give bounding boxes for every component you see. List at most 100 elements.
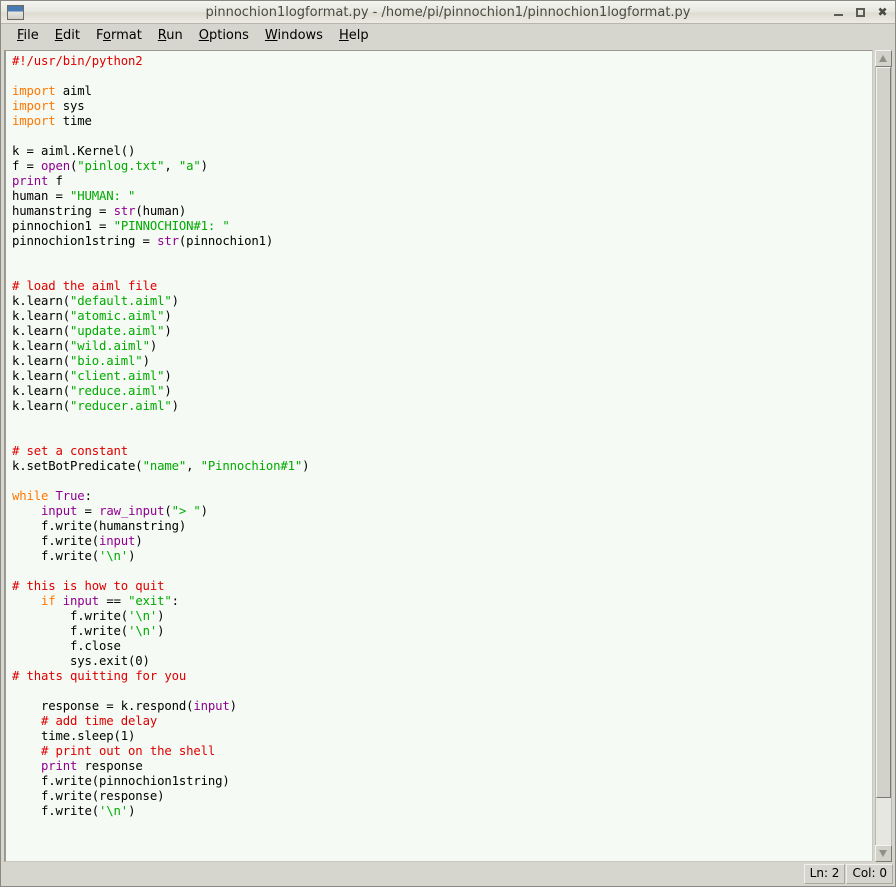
code-token-string: "PINNOCHION#1: "	[113, 219, 230, 233]
code-line: pinnochion1string = str(pinnochion1)	[12, 234, 872, 249]
code-line: # thats quitting for you	[12, 669, 872, 684]
code-token-plain: ,	[186, 459, 201, 473]
code-token-builtin: open	[41, 159, 71, 173]
code-line: k.learn("default.aiml")	[12, 294, 872, 309]
code-token-plain: sys.exit(0)	[12, 654, 150, 668]
code-token-plain: )	[128, 549, 136, 563]
code-token-plain: )	[164, 369, 172, 383]
code-token-plain: f.write(pinnochion1string)	[12, 774, 230, 788]
idle-editor-window: pinnochion1logformat.py - /home/pi/pinno…	[0, 0, 896, 887]
code-token-plain: aiml	[55, 84, 92, 98]
code-token-plain: f.write(response)	[12, 789, 165, 803]
code-line: f.write('\n')	[12, 549, 872, 564]
code-line: # add time delay	[12, 714, 872, 729]
code-line: import time	[12, 114, 872, 129]
code-line: k.setBotPredicate("name", "Pinnochion#1"…	[12, 459, 872, 474]
code-token-plain: )	[164, 324, 172, 338]
menu-options[interactable]: Options	[191, 26, 257, 45]
code-token-string: "reduce.aiml"	[70, 384, 165, 398]
code-line: sys.exit(0)	[12, 654, 872, 669]
code-line: f.write('\n')	[12, 804, 872, 819]
vertical-scrollbar-thumb[interactable]	[876, 67, 891, 799]
code-line: print response	[12, 759, 872, 774]
code-token-plain: sys	[55, 99, 85, 113]
code-token-plain: f.write(	[12, 804, 100, 818]
code-token-plain: )	[302, 459, 310, 473]
code-token-plain: =	[77, 504, 100, 518]
code-line: pinnochion1 = "PINNOCHION#1: "	[12, 219, 872, 234]
code-token-plain: human =	[12, 189, 71, 203]
code-token-plain: k.learn(	[12, 339, 71, 353]
scroll-up-arrow-icon[interactable]	[875, 50, 892, 67]
code-token-string: '\n'	[99, 549, 129, 563]
code-token-plain: :	[171, 594, 179, 608]
window-title: pinnochion1logformat.py - /home/pi/pinno…	[205, 4, 691, 20]
menu-file[interactable]: File	[9, 26, 47, 45]
code-line: time.sleep(1)	[12, 729, 872, 744]
code-token-plain: pinnochion1 =	[12, 219, 114, 233]
close-icon[interactable]: ✖	[877, 6, 888, 18]
maximize-icon[interactable]	[855, 7, 866, 18]
code-token-plain: )	[164, 309, 172, 323]
code-text-area[interactable]: #!/usr/bin/python2 import aiml import sys…	[4, 50, 873, 862]
menu-help[interactable]: Help	[331, 26, 377, 45]
scroll-down-arrow-icon[interactable]	[875, 845, 892, 862]
menu-windows[interactable]: Windows	[257, 26, 331, 45]
status-bar: Ln: 2 Col: 0	[1, 862, 895, 886]
code-token-plain: )	[142, 354, 150, 368]
code-line: human = "HUMAN: "	[12, 189, 872, 204]
code-token-builtin: raw_input	[99, 504, 165, 518]
code-line: # print out on the shell	[12, 744, 872, 759]
code-line: input = raw_input("> ")	[12, 504, 872, 519]
code-token-string: "atomic.aiml"	[70, 309, 165, 323]
minimize-icon[interactable]	[833, 7, 844, 18]
code-token-plain: k.learn(	[12, 324, 71, 338]
code-token-plain: :	[84, 489, 92, 503]
window-menu-icon[interactable]	[7, 4, 24, 20]
vertical-scrollbar-track[interactable]	[875, 67, 892, 845]
code-token-plain: )	[149, 339, 158, 353]
code-token-plain: )	[171, 294, 179, 308]
code-token-keyword: import	[12, 99, 56, 113]
code-token-string: '\n'	[99, 804, 129, 818]
code-token-plain: f.write(	[12, 549, 100, 563]
menu-edit[interactable]: Edit	[47, 26, 88, 45]
code-line: # this is how to quit	[12, 579, 872, 594]
code-token-plain: ,	[164, 159, 179, 173]
code-token-plain: )	[200, 504, 208, 518]
window-controls: ✖	[833, 6, 888, 18]
code-token-plain: )	[135, 534, 143, 548]
code-token-plain: f.write(	[12, 624, 129, 638]
code-line: k.learn("client.aiml")	[12, 369, 872, 384]
code-token-plain: f	[48, 174, 63, 188]
code-line: k.learn("reduce.aiml")	[12, 384, 872, 399]
code-line: k.learn("bio.aiml")	[12, 354, 872, 369]
code-token-builtin: True	[55, 489, 85, 503]
code-token-string: "update.aiml"	[70, 324, 165, 338]
code-token-string: "a"	[178, 159, 201, 173]
code-token-plain: response	[77, 759, 143, 773]
code-line: #!/usr/bin/python2	[12, 54, 872, 69]
code-line: k.learn("atomic.aiml")	[12, 309, 872, 324]
code-token-string: "pinlog.txt"	[77, 159, 165, 173]
code-token-keyword: while	[12, 489, 49, 503]
code-token-plain: )	[171, 399, 179, 413]
code-token-string: "bio.aiml"	[70, 354, 143, 368]
menu-format[interactable]: Format	[88, 26, 150, 45]
code-token-builtin: print	[41, 759, 78, 773]
code-token-keyword: if	[41, 594, 56, 608]
code-token-plain: pinnochion1string =	[12, 234, 158, 248]
code-line: f.write(input)	[12, 534, 872, 549]
menu-run[interactable]: Run	[150, 26, 191, 45]
code-token-plain: f.close	[12, 639, 121, 653]
code-token-plain: f.write(humanstring)	[12, 519, 187, 533]
code-line: f.write('\n')	[12, 609, 872, 624]
vertical-scrollbar[interactable]	[875, 50, 892, 862]
